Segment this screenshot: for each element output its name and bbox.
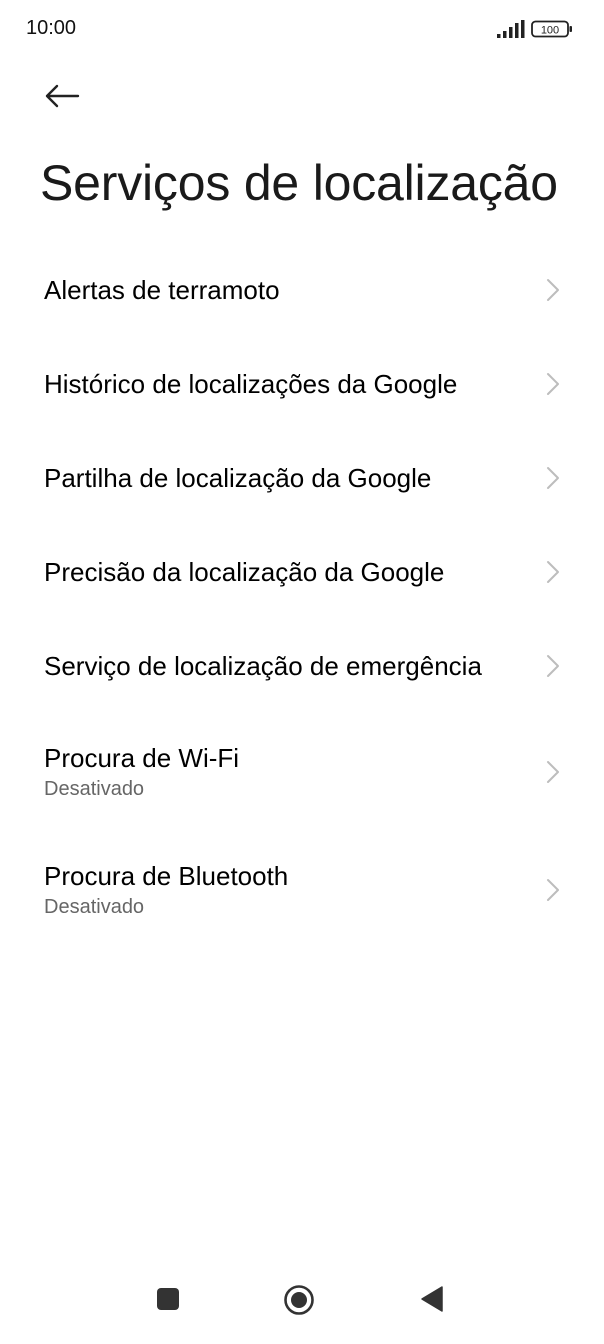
chevron-right-icon — [547, 561, 559, 583]
chevron-right-icon — [547, 373, 559, 395]
list-item-google-location-history[interactable]: Histórico de localizações da Google — [0, 337, 604, 431]
recents-square-icon[interactable] — [156, 1287, 180, 1311]
chevron-right-icon — [547, 655, 559, 677]
item-title: Partilha de localização da Google — [44, 463, 432, 493]
chevron-right-icon — [547, 279, 559, 301]
list-item-wifi-scanning[interactable]: Procura de Wi-Fi Desativado — [0, 713, 604, 831]
back-triangle-icon[interactable] — [420, 1285, 444, 1313]
status-bar: 10:00 100 — [0, 0, 604, 58]
back-button[interactable] — [36, 74, 88, 118]
item-summary: Desativado — [44, 896, 145, 918]
battery-level: 100 — [541, 24, 559, 36]
navigation-bar — [0, 1268, 604, 1344]
list-item-google-location-sharing[interactable]: Partilha de localização da Google — [0, 431, 604, 525]
item-title: Serviço de localização de emergência — [44, 651, 482, 681]
signal-icon — [497, 20, 525, 38]
settings-list: Alertas de terramoto Histórico de locali… — [0, 243, 604, 949]
page-title: Serviços de localização — [40, 155, 558, 211]
list-item-emergency-location-service[interactable]: Serviço de localização de emergência — [0, 619, 604, 713]
list-item-google-location-accuracy[interactable]: Precisão da localização da Google — [0, 525, 604, 619]
chevron-right-icon — [547, 761, 559, 783]
battery-icon: 100 — [531, 20, 572, 38]
item-summary: Desativado — [44, 778, 145, 800]
status-time: 10:00 — [26, 17, 77, 39]
list-item-bluetooth-scanning[interactable]: Procura de Bluetooth Desativado — [0, 831, 604, 949]
item-title: Procura de Bluetooth — [44, 861, 289, 891]
item-title: Procura de Wi-Fi — [44, 743, 240, 773]
arrow-left-icon — [45, 84, 80, 108]
home-circle-icon[interactable] — [283, 1284, 315, 1316]
item-title: Histórico de localizações da Google — [44, 369, 458, 399]
item-title: Alertas de terramoto — [44, 275, 280, 305]
chevron-right-icon — [547, 467, 559, 489]
list-item-earthquake-alerts[interactable]: Alertas de terramoto — [0, 243, 604, 337]
chevron-right-icon — [547, 879, 559, 901]
item-title: Precisão da localização da Google — [44, 557, 445, 587]
